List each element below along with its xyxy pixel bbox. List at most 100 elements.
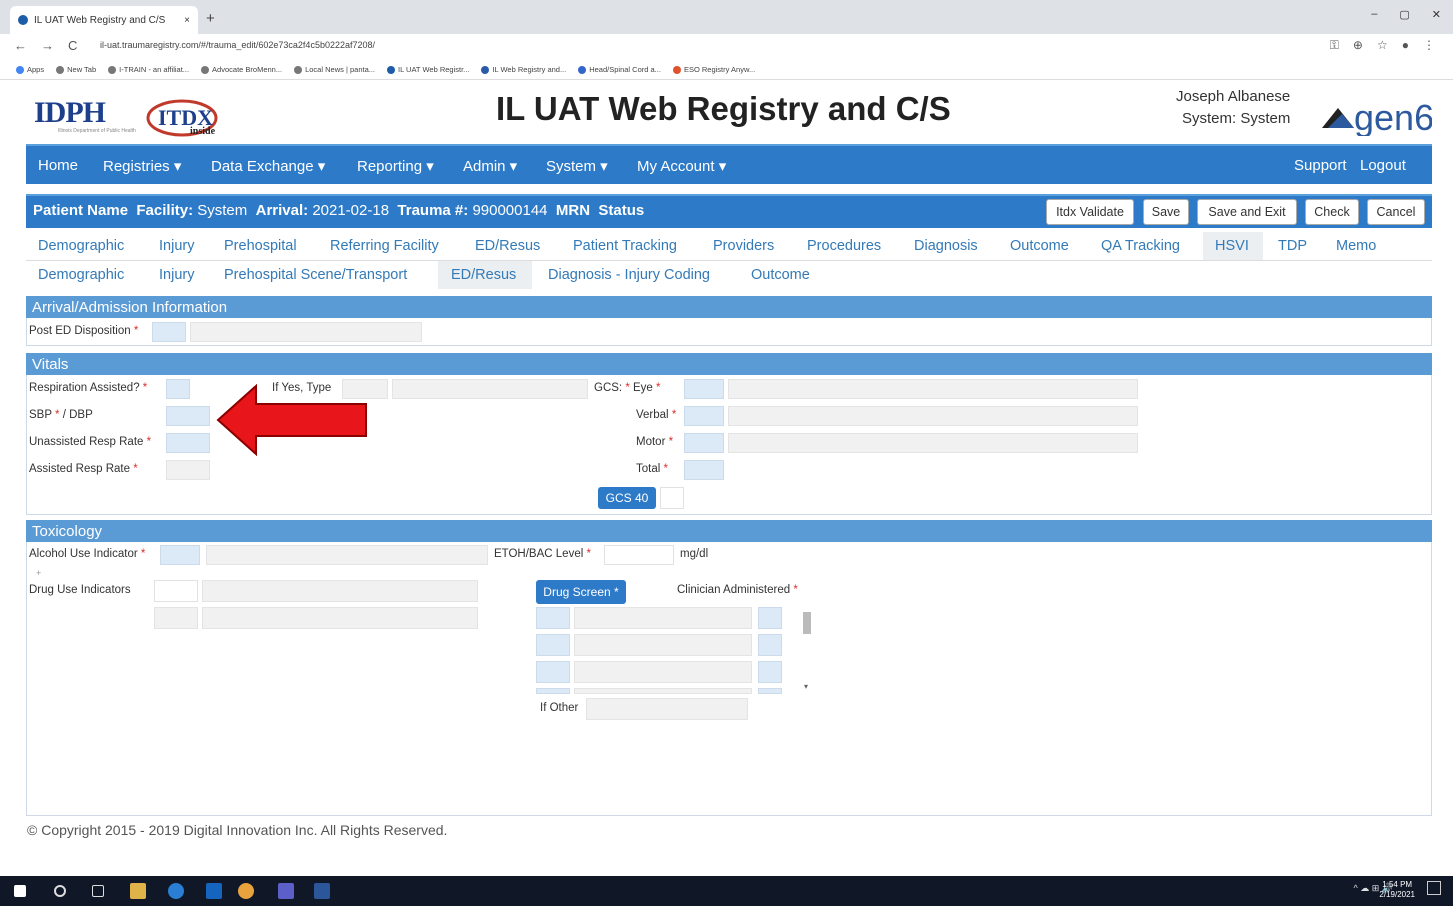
drug-use-indicator-1-desc[interactable] bbox=[202, 580, 478, 602]
itdx-validate-button[interactable]: Itdx Validate bbox=[1046, 199, 1134, 225]
drug-screen-row-3-code[interactable] bbox=[536, 661, 570, 683]
assisted-resp-rate-input[interactable] bbox=[166, 460, 210, 480]
add-drug-indicator-icon[interactable]: + bbox=[36, 568, 41, 578]
drug-screen-row-2-desc[interactable] bbox=[574, 634, 752, 656]
drug-screen-button[interactable]: Drug Screen * bbox=[536, 580, 626, 604]
gcs-eye-desc[interactable] bbox=[728, 379, 1138, 399]
drug-use-indicator-2-input[interactable] bbox=[154, 607, 198, 629]
minimize-button[interactable]: – bbox=[1371, 8, 1377, 21]
drug-screen-row-4-clinician[interactable] bbox=[758, 688, 782, 694]
drug-screen-row-1-desc[interactable] bbox=[574, 607, 752, 629]
respiration-assisted-input[interactable] bbox=[166, 379, 190, 399]
tab-close-icon[interactable]: × bbox=[184, 15, 190, 26]
word-icon[interactable] bbox=[314, 883, 330, 899]
post-ed-disposition-code-input[interactable] bbox=[152, 322, 186, 342]
drug-screen-row-3-desc[interactable] bbox=[574, 661, 752, 683]
tab-tdp[interactable]: TDP bbox=[1278, 238, 1307, 254]
gcs-verbal-desc[interactable] bbox=[728, 406, 1138, 426]
nav-registries[interactable]: Registries ▾ bbox=[103, 157, 181, 175]
save-and-exit-button[interactable]: Save and Exit bbox=[1197, 199, 1297, 225]
drug-screen-row-4-code[interactable] bbox=[536, 688, 570, 694]
gcs-motor-input[interactable] bbox=[684, 433, 724, 453]
bookmark-item[interactable]: I-TRAIN - an affiliat... bbox=[108, 65, 189, 74]
bookmark-item[interactable]: ESO Registry Anyw... bbox=[672, 65, 755, 74]
nav-system[interactable]: System ▾ bbox=[546, 157, 608, 175]
gcs40-input[interactable] bbox=[660, 487, 684, 509]
subtab-ed-resus[interactable]: ED/Resus bbox=[451, 267, 516, 283]
tab-referring-facility[interactable]: Referring Facility bbox=[330, 238, 439, 254]
tab-injury[interactable]: Injury bbox=[159, 238, 194, 254]
drug-use-indicator-2-desc[interactable] bbox=[202, 607, 478, 629]
outlook-icon[interactable] bbox=[206, 883, 222, 899]
drug-screen-row-2-clinician[interactable] bbox=[758, 634, 782, 656]
maximize-button[interactable]: ▢ bbox=[1399, 8, 1409, 21]
gcs-motor-desc[interactable] bbox=[728, 433, 1138, 453]
drug-screen-scrollbar-thumb[interactable] bbox=[803, 612, 811, 634]
taskbar-clock[interactable]: 1:54 PM 2/19/2021 bbox=[1379, 880, 1415, 900]
subtab-prehospital-scene-transport[interactable]: Prehospital Scene/Transport bbox=[224, 267, 407, 283]
subtab-outcome[interactable]: Outcome bbox=[751, 267, 810, 283]
save-button[interactable]: Save bbox=[1143, 199, 1189, 225]
cancel-button[interactable]: Cancel bbox=[1367, 199, 1425, 225]
back-arrow-icon[interactable]: ← bbox=[14, 38, 27, 53]
zoom-icon[interactable]: ⊕ bbox=[1353, 38, 1363, 53]
bookmark-item[interactable]: New Tab bbox=[56, 65, 96, 74]
star-icon[interactable]: ☆ bbox=[1377, 38, 1388, 53]
profile-icon[interactable]: ● bbox=[1402, 38, 1409, 53]
nav-support[interactable]: Support bbox=[1294, 157, 1347, 174]
tab-demographic[interactable]: Demographic bbox=[38, 238, 124, 254]
subtab-demographic[interactable]: Demographic bbox=[38, 267, 124, 283]
drug-screen-row-1-clinician[interactable] bbox=[758, 607, 782, 629]
drug-screen-row-1-code[interactable] bbox=[536, 607, 570, 629]
edge-icon[interactable] bbox=[168, 883, 184, 899]
nav-home[interactable]: Home bbox=[38, 157, 78, 174]
task-view-icon[interactable] bbox=[92, 885, 104, 897]
drug-screen-row-2-code[interactable] bbox=[536, 634, 570, 656]
subtab-injury[interactable]: Injury bbox=[159, 267, 194, 283]
file-explorer-icon[interactable] bbox=[130, 883, 146, 899]
drug-use-indicator-1-input[interactable] bbox=[154, 580, 198, 602]
bookmark-item[interactable]: IL Web Registry and... bbox=[481, 65, 566, 74]
notification-icon[interactable] bbox=[1427, 881, 1441, 895]
tab-patient-tracking[interactable]: Patient Tracking bbox=[573, 238, 677, 254]
alcohol-use-indicator-desc[interactable] bbox=[206, 545, 488, 565]
bookmark-item[interactable]: Head/Spinal Cord a... bbox=[578, 65, 661, 74]
url-input[interactable]: il-uat.traumaregistry.com/#/trauma_edit/… bbox=[100, 40, 375, 50]
key-icon[interactable]: ⚿ bbox=[1330, 38, 1339, 53]
gcs-verbal-input[interactable] bbox=[684, 406, 724, 426]
forward-arrow-icon[interactable]: → bbox=[41, 38, 54, 53]
new-tab-button[interactable]: + bbox=[206, 10, 215, 27]
tab-outcome[interactable]: Outcome bbox=[1010, 238, 1069, 254]
gcs-total-input[interactable] bbox=[684, 460, 724, 480]
tab-prehospital[interactable]: Prehospital bbox=[224, 238, 297, 254]
drug-screen-row-4-desc[interactable] bbox=[574, 688, 752, 694]
tab-qa-tracking[interactable]: QA Tracking bbox=[1101, 238, 1180, 254]
close-window-button[interactable]: ✕ bbox=[1432, 8, 1441, 21]
nav-admin[interactable]: Admin ▾ bbox=[463, 157, 517, 175]
subtab-diagnosis-injury-coding[interactable]: Diagnosis - Injury Coding bbox=[548, 267, 710, 283]
tab-hsvi[interactable]: HSVI bbox=[1215, 238, 1249, 254]
tab-memo[interactable]: Memo bbox=[1336, 238, 1376, 254]
nav-data-exchange[interactable]: Data Exchange ▾ bbox=[211, 157, 325, 175]
search-icon[interactable] bbox=[54, 885, 66, 897]
if-yes-type-desc[interactable] bbox=[392, 379, 588, 399]
drug-screen-row-3-clinician[interactable] bbox=[758, 661, 782, 683]
tab-procedures[interactable]: Procedures bbox=[807, 238, 881, 254]
nav-logout[interactable]: Logout bbox=[1360, 157, 1406, 174]
chrome-icon[interactable] bbox=[238, 883, 254, 899]
gcs-eye-input[interactable] bbox=[684, 379, 724, 399]
tab-providers[interactable]: Providers bbox=[713, 238, 774, 254]
browser-tab[interactable]: IL UAT Web Registry and C/S × bbox=[10, 6, 198, 34]
windows-start-icon[interactable] bbox=[14, 885, 26, 897]
teams-icon[interactable] bbox=[278, 883, 294, 899]
sbp-input[interactable] bbox=[166, 406, 210, 426]
nav-my-account[interactable]: My Account ▾ bbox=[637, 157, 726, 175]
unassisted-resp-rate-input[interactable] bbox=[166, 433, 210, 453]
bookmark-apps[interactable]: Apps bbox=[16, 65, 44, 74]
reload-icon[interactable]: C bbox=[68, 38, 77, 53]
if-other-input[interactable] bbox=[586, 698, 748, 720]
alcohol-use-indicator-input[interactable] bbox=[160, 545, 200, 565]
scroll-down-icon[interactable]: ▾ bbox=[804, 682, 808, 691]
tab-diagnosis[interactable]: Diagnosis bbox=[914, 238, 978, 254]
bookmark-item[interactable]: Advocate BroMenn... bbox=[201, 65, 282, 74]
